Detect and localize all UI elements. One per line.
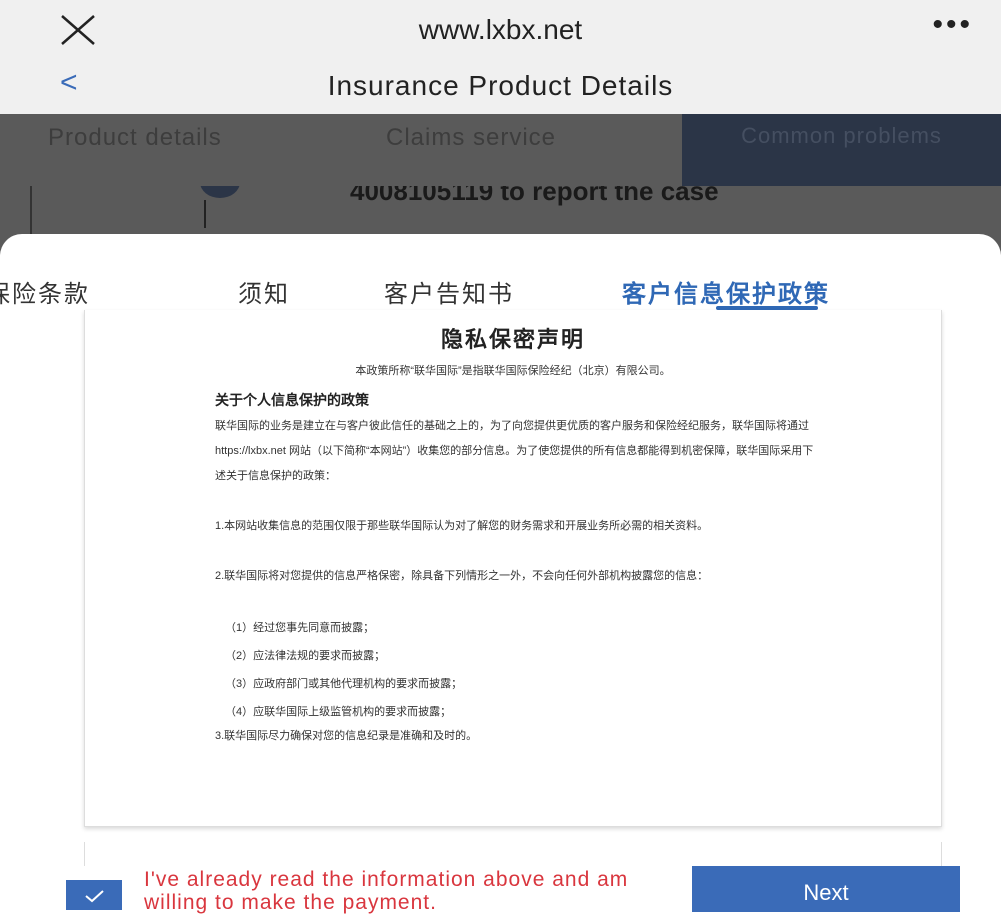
tab-product-details[interactable]: Product details xyxy=(48,124,222,152)
doc-intro: 联华国际的业务是建立在与客户彼此信任的基础之上的，为了向您提供更优质的客户服务和… xyxy=(215,420,814,482)
doc-subtitle: 本政策所称“联华国际”是指联华国际保险经纪（北京）有限公司。 xyxy=(355,365,671,377)
more-menu-icon[interactable]: ••• xyxy=(932,8,973,42)
next-button[interactable]: Next xyxy=(692,866,960,912)
tab-privacy-policy[interactable]: 客户信息保护政策 xyxy=(622,274,830,309)
tab-customer-notice[interactable]: 客户告知书 xyxy=(384,274,514,309)
tab-claims-service[interactable]: Claims service xyxy=(386,124,556,152)
doc-list-item: （3）应政府部门或其他代理机构的要求而披露； xyxy=(225,678,463,690)
timeline-connector xyxy=(204,200,206,228)
report-case-text: 4008105119 to report the case xyxy=(350,186,719,206)
page-header: < Insurance Product Details xyxy=(0,60,1001,114)
agree-checkbox[interactable] xyxy=(66,880,122,910)
doc-heading: 关于个人信息保护的政策 xyxy=(215,392,369,408)
product-tabs: Product details Claims service Common pr… xyxy=(0,114,1001,186)
timeline-dot xyxy=(200,186,240,198)
url-display: www.lxbx.net xyxy=(418,14,583,45)
doc-list-item: （4）应联华国际上级监管机构的要求而披露； xyxy=(225,706,452,718)
doc-paragraph-1: 1.本网站收集信息的范围仅限于那些联华国际认为对了解您的财务需求和开展业务所必需… xyxy=(215,520,709,532)
policy-sheet: 保险条款 须知 客户告知书 客户信息保护政策 隐私保密声明 本政策所称“联华国际… xyxy=(0,234,1001,912)
doc-paragraph-3: 3.联华国际尽力确保对您的信息纪录是准确和及时的。 xyxy=(215,730,478,742)
doc-title: 隐私保密声明 xyxy=(440,327,585,352)
agree-text: I've already read the information above … xyxy=(144,868,629,914)
browser-bar: www.lxbx.net ••• xyxy=(0,0,1001,60)
tab-common-problems[interactable]: Common problems xyxy=(682,114,1001,186)
privacy-document: 隐私保密声明 本政策所称“联华国际”是指联华国际保险经纪（北京）有限公司。 关于… xyxy=(84,310,942,827)
payment-footer: I've already read the information above … xyxy=(0,866,1001,914)
check-icon xyxy=(85,890,104,903)
doc-list-item: （2）应法律法规的要求而披露； xyxy=(225,650,386,662)
tab-notice[interactable]: 须知 xyxy=(238,274,290,309)
doc-list-item: （1）经过您事先同意而披露； xyxy=(225,622,375,634)
tab-common-problems-label: Common problems xyxy=(741,123,942,148)
doc-paragraph-2: 2.联华国际将对您提供的信息严格保密，除具备下列情形之一外，不会向任何外部机构披… xyxy=(215,570,709,582)
page-title: Insurance Product Details xyxy=(327,70,674,101)
tab-insurance-terms[interactable]: 保险条款 xyxy=(0,274,90,309)
